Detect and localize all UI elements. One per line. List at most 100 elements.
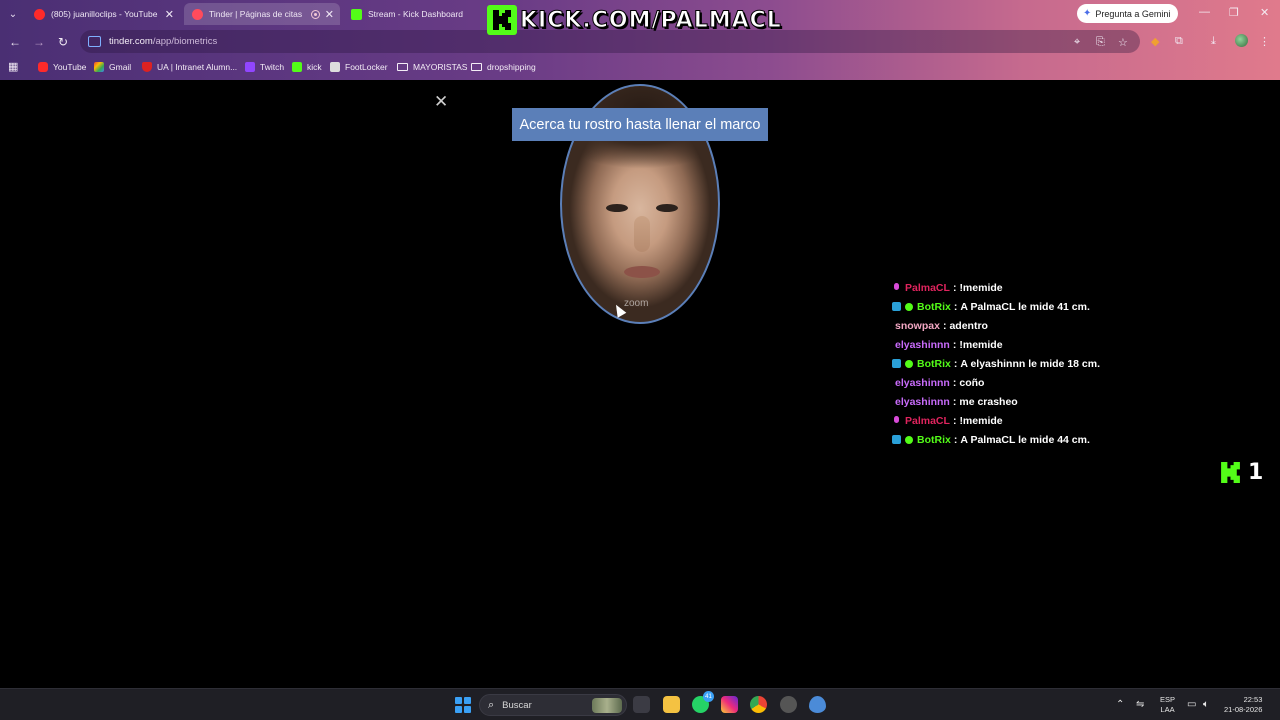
chat-username[interactable]: PalmaCL [905,282,950,294]
gmail-icon [94,62,104,72]
tab-tinder[interactable]: Tinder | Páginas de citas ✕ [184,3,340,25]
chat-username[interactable]: BotRix [917,301,951,313]
footlocker-icon [330,62,340,72]
bookmark-footlocker[interactable]: FootLocker [330,60,388,74]
bookmark-twitch[interactable]: Twitch [245,60,284,74]
clock[interactable]: 22:53 21-08-2026 [1224,689,1262,720]
biometrics-page: ✕ zoom Acerca tu rostro hasta llenar el … [0,80,1280,688]
reload-icon[interactable]: ↻ [54,33,72,51]
menu-kebab-icon[interactable]: ⋮ [1259,35,1270,48]
back-icon[interactable]: ← [6,33,24,51]
monitor-icon[interactable]: ▭ [1187,699,1196,710]
taskbar-search[interactable]: ⌕ Buscar [479,694,627,716]
chat-text: !memide [959,281,1003,294]
app-icon[interactable] [809,696,826,713]
chat-separator: : [952,395,957,408]
chat-username[interactable]: elyashinnn [895,377,950,389]
stream-overlay-banner: KICK.COM/PALMACL [487,4,782,36]
chat-separator: : [952,338,957,351]
tab-close-icon[interactable]: ✕ [165,8,174,21]
bookmark-label: FootLocker [345,62,388,72]
tray-chevron-icon[interactable]: ⌃ [1116,699,1124,710]
tinder-icon [192,8,203,20]
chat-separator: : [942,319,947,332]
chat-username[interactable]: BotRix [917,434,951,446]
chat-text: A PalmaCL le mide 44 cm. [960,433,1090,446]
volume-icon[interactable]: 🔈︎ [1203,699,1209,710]
bookmark-folder-dropshipping[interactable]: dropshipping [471,60,536,74]
chat-username[interactable]: elyashinnn [895,396,950,408]
close-icon[interactable]: ✕ [434,92,448,112]
microphone-badge-icon [892,283,901,292]
language-indicator[interactable]: ESP LAA [1160,689,1175,720]
location-icon[interactable]: ⌖ [1074,36,1080,49]
instagram-icon[interactable] [721,696,738,713]
bookmark-kick[interactable]: kick [292,60,322,74]
clock-date: 21-08-2026 [1224,705,1263,714]
file-explorer-icon[interactable] [663,696,680,713]
bookmark-ua-intranet[interactable]: UA | Intranet Alumn... [142,60,237,74]
camera-eye [606,204,628,212]
face-instruction-banner: Acerca tu rostro hasta llenar el marco [512,108,768,141]
camera-hair [562,86,718,196]
stream-chat-overlay: PalmaCL: !memide BotRix: A PalmaCL le mide … [892,278,1192,449]
bot-badge-icon [892,359,901,368]
chat-username[interactable]: snowpax [895,320,940,332]
camera-mouth [624,266,660,278]
windows-taskbar: ⌕ Buscar 41 ⌃ ESP LAA ⇋ ▭ 🔈︎ 22:53 21-08… [0,688,1280,720]
chat-message: elyashinnn: me crasheo [892,392,1192,411]
chat-text: me crasheo [959,395,1018,408]
tab-youtube[interactable]: (805) juanilloclips - YouTube ✕ [26,3,180,25]
bot-badge-icon [892,302,901,311]
chat-separator: : [953,433,958,446]
tab-kick-dashboard[interactable]: Stream - Kick Dashboard [343,3,483,25]
forward-icon[interactable]: → [30,33,48,51]
tab-search-icon[interactable]: ⌄ [4,5,22,23]
recording-indicator-icon [311,9,320,19]
chat-username[interactable]: BotRix [917,358,951,370]
extensions-icon[interactable]: ⧉ [1175,35,1183,48]
clock-time: 22:53 [1243,695,1263,704]
verified-badge-icon [905,435,913,444]
video-watermark: zoom [624,298,649,309]
site-info-icon[interactable] [88,36,101,47]
minimize-icon[interactable]: — [1199,6,1210,18]
tab-title: (805) juanilloclips - YouTube [51,9,158,19]
window-close-icon[interactable]: ✕ [1260,6,1269,19]
microphone-badge-icon [892,416,901,425]
network-icon[interactable]: ⇋ [1136,699,1144,710]
whatsapp-icon[interactable]: 41 [692,691,714,713]
bookmark-gmail[interactable]: Gmail [94,60,131,74]
twitch-icon [245,62,255,72]
install-app-icon[interactable]: ⎘ [1096,36,1105,49]
chrome-icon[interactable] [750,696,767,713]
download-icon[interactable]: ⤓ [1211,35,1216,48]
apps-grid-icon[interactable]: ▦ [8,60,18,73]
task-view-icon[interactable] [633,696,650,713]
search-placeholder: Buscar [502,699,532,711]
bookmark-youtube[interactable]: YouTube [38,60,86,74]
bookmark-folder-mayoristas[interactable]: MAYORISTAS [397,60,467,74]
chat-username[interactable]: PalmaCL [905,415,950,427]
bookmark-label: Twitch [260,62,285,72]
gemini-label: Pregunta a Gemini [1095,8,1171,19]
chat-text: !memide [959,414,1003,427]
notification-badge: 41 [703,691,714,702]
chat-separator: : [952,281,957,294]
chat-username[interactable]: elyashinnn [895,339,950,351]
ask-gemini-button[interactable]: ✦ Pregunta a Gemini [1077,4,1179,23]
profile-avatar[interactable] [1235,34,1248,47]
tab-title: Tinder | Páginas de citas [209,9,303,19]
chat-message: elyashinnn: coño [892,373,1192,392]
chat-text: coño [959,376,985,389]
url-path: /app/biometrics [152,36,218,47]
bookmark-star-icon[interactable]: ☆ [1118,36,1128,49]
tab-close-icon[interactable]: ✕ [325,8,334,21]
windows-start-icon[interactable] [455,697,471,713]
restore-icon[interactable]: ❐ [1229,6,1239,19]
extension-fox-icon[interactable]: ◆ [1151,35,1159,48]
obs-icon[interactable] [780,696,797,713]
folder-icon [471,63,482,71]
bookmark-label: UA | Intranet Alumn... [157,62,238,72]
youtube-icon [34,8,45,20]
